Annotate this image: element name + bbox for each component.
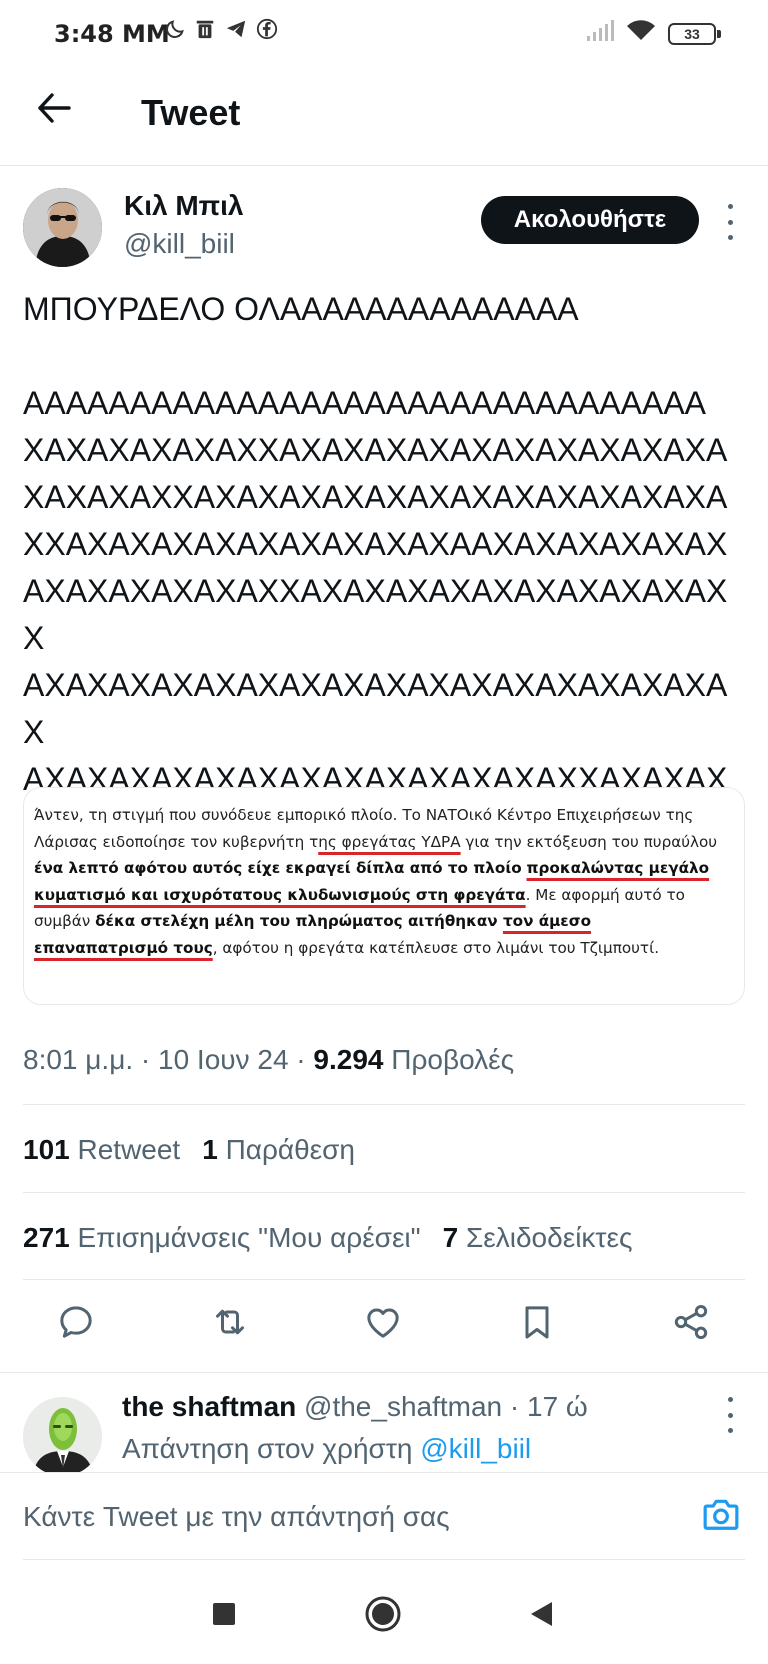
square-icon (212, 1602, 236, 1631)
tweet-author-row: Κιλ Μπιλ @kill_biil Ακολουθήστε (0, 186, 768, 270)
page-title: Tweet (141, 92, 241, 133)
triangle-back-icon (528, 1600, 554, 1633)
meta-separator: · (133, 1044, 158, 1075)
tweet-date: 10 Ιουν 24 (158, 1044, 289, 1075)
home-circle-icon (364, 1595, 402, 1638)
reply-button[interactable] (52, 1300, 100, 1348)
quotes-stat[interactable]: 1 Παράθεση (202, 1134, 355, 1165)
system-nav-bar (0, 1574, 768, 1664)
arrow-left-icon (37, 92, 71, 128)
app-header: Tweet (0, 70, 768, 166)
reply-compose-bar: Κάντε Tweet με την απάντησή σας (0, 1472, 768, 1574)
reply-author-handle[interactable]: @the_shaftman (296, 1391, 502, 1422)
home-button[interactable] (363, 1596, 403, 1636)
author-name[interactable]: Κιλ Μπιλ (124, 190, 243, 222)
reply-time: · 17 ώ (502, 1391, 588, 1422)
wifi-icon (626, 20, 656, 47)
divider (23, 1104, 745, 1105)
reply-avatar[interactable] (23, 1397, 102, 1472)
camera-button[interactable] (700, 1495, 742, 1537)
bookmarks-count: 7 (442, 1222, 459, 1253)
retweet-button[interactable] (206, 1300, 254, 1348)
tweet-media-image[interactable]: Άντεν, τη στιγμή που συνόδευε εμπορικό π… (23, 787, 745, 1005)
likes-count: 271 (23, 1222, 70, 1253)
status-notification-icons (164, 18, 278, 45)
likes-stat[interactable]: 271 Επισημάνσεις "Μου αρέσει" (23, 1222, 421, 1253)
battery-icon: 33 (668, 22, 721, 45)
retweets-count: 101 (23, 1134, 70, 1165)
reply-icon (56, 1302, 96, 1347)
stats-row-likes: 271 Επισημάνσεις "Μου αρέσει" 7 Σελιδοδεί… (23, 1222, 632, 1254)
bookmark-button[interactable] (513, 1300, 561, 1348)
facebook-icon (256, 18, 278, 45)
views-label: Προβολές (383, 1044, 515, 1075)
follow-button[interactable]: Ακολουθήστε (481, 196, 699, 244)
bookmark-icon (517, 1302, 557, 1347)
back-button[interactable] (32, 88, 76, 132)
status-time: 3:48 ΜΜ (54, 20, 170, 48)
status-system-icons: 33 (586, 20, 721, 47)
replying-to: Απάντηση στον χρήστη @kill_biil (122, 1433, 531, 1465)
bookmarks-label: Σελιδοδείκτες (458, 1222, 633, 1253)
divider (23, 1192, 745, 1193)
article-text: , αφότου η φρεγάτα κατέπλευσε στο λιμάνι… (212, 938, 660, 957)
reply-header: the shaftman @the_shaftman · 17 ώ (122, 1391, 588, 1423)
tweet-meta: 8:01 μ.μ. · 10 Ιουν 24 · 9.294 Προβολές (23, 1044, 514, 1076)
like-icon (363, 1302, 403, 1347)
article-underlined-text: ης φρεγάτας ΥΔΡΑ (318, 832, 461, 851)
retweets-label: Retweet (69, 1134, 181, 1165)
moon-icon (164, 18, 186, 45)
reply-more-options-icon[interactable] (718, 1397, 742, 1433)
avatar[interactable] (23, 188, 102, 267)
trash-icon (194, 18, 216, 45)
article-bold-text: ένα λεπτό αφότου αυτός είχε εκραγεί δίπλ… (34, 859, 522, 877)
recents-button[interactable] (204, 1596, 244, 1636)
signal-icon (586, 20, 614, 47)
reply-author-name[interactable]: the shaftman (122, 1391, 296, 1422)
camera-icon (702, 1496, 740, 1537)
reply-input[interactable]: Κάντε Tweet με την απάντησή σας (23, 1501, 450, 1533)
article-screenshot-text: Άντεν, τη στιγμή που συνόδευε εμπορικό π… (24, 788, 744, 961)
author-handle[interactable]: @kill_biil (124, 228, 235, 260)
likes-label: Επισημάνσεις "Μου αρέσει" (69, 1222, 421, 1253)
quotes-label: Παράθεση (217, 1134, 356, 1165)
article-bold-text: δέκα στελέχη μέλη του πληρώματος αιτήθηκ… (95, 912, 503, 930)
telegram-icon (224, 18, 248, 45)
views-count: 9.294 (313, 1044, 384, 1075)
reply-tweet[interactable]: the shaftman @the_shaftman · 17 ώ Απάντη… (0, 1372, 768, 1472)
meta-separator: · (288, 1044, 314, 1075)
back-nav-button[interactable] (521, 1596, 561, 1636)
bookmarks-stat[interactable]: 7 Σελιδοδείκτες (443, 1222, 633, 1253)
replying-to-label: Απάντηση στον χρήστη (122, 1433, 421, 1464)
more-options-icon[interactable] (718, 204, 742, 240)
compose-underline (23, 1559, 745, 1560)
stats-row-retweets: 101 Retweet 1 Παράθεση (23, 1134, 355, 1166)
tweet-actions (0, 1290, 768, 1360)
article-text: για την εκτόξευση του πυραύλου (460, 832, 718, 851)
share-button[interactable] (667, 1300, 715, 1348)
retweets-stat[interactable]: 101 Retweet (23, 1134, 180, 1165)
share-icon (671, 1302, 711, 1347)
retweet-icon (209, 1302, 251, 1347)
divider (23, 1279, 745, 1280)
quotes-count: 1 (202, 1134, 218, 1165)
like-button[interactable] (359, 1300, 407, 1348)
replying-to-handle[interactable]: @kill_biil (420, 1433, 531, 1464)
status-bar: 3:48 ΜΜ 33 (0, 0, 768, 70)
tweet-time: 8:01 μ.μ. (23, 1044, 134, 1075)
